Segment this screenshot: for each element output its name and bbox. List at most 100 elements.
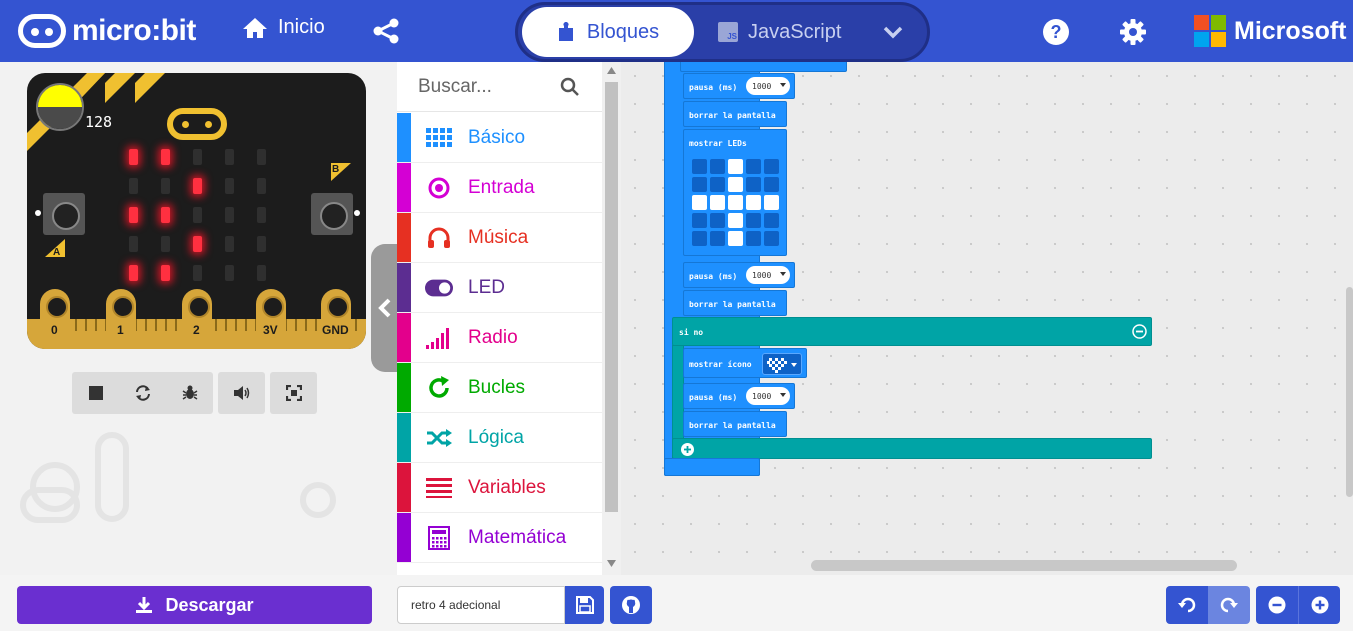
pause-block[interactable]: pausa (ms) 1000 — [683, 262, 795, 288]
clear-screen-block[interactable]: borrar la pantalla — [683, 411, 787, 437]
project-name-input[interactable]: retro 4 adecional — [397, 586, 565, 624]
add-else-icon[interactable] — [680, 442, 695, 457]
blocks-workspace[interactable]: pausa (ms) 1000 borrar la pantalla mostr… — [621, 62, 1353, 575]
button-a[interactable] — [43, 193, 85, 235]
led-cell-off[interactable] — [746, 159, 761, 174]
button-b-label: B — [332, 164, 340, 175]
led-cell-on[interactable] — [728, 213, 743, 228]
led-cell-on[interactable] — [728, 159, 743, 174]
led-cell-on[interactable] — [746, 195, 761, 210]
category-radio[interactable]: Radio — [397, 313, 602, 363]
redo-button[interactable] — [1208, 586, 1250, 624]
pin-gnd[interactable] — [321, 289, 351, 349]
led-cell-on[interactable] — [710, 195, 725, 210]
zoom-out-button[interactable] — [1256, 586, 1298, 624]
block-fragment[interactable] — [680, 62, 847, 72]
toolbox-scrollbar[interactable] — [602, 62, 621, 575]
category-basic[interactable]: Básico — [397, 113, 602, 163]
category-loops[interactable]: Bucles — [397, 363, 602, 413]
pin-1[interactable] — [106, 289, 136, 349]
led-on — [129, 207, 138, 223]
led-cell-off[interactable] — [710, 177, 725, 192]
led-cell-on[interactable] — [728, 195, 743, 210]
pin-3v[interactable] — [256, 289, 286, 349]
save-button[interactable] — [565, 586, 604, 624]
pin-0[interactable] — [40, 289, 70, 349]
debug-button[interactable] — [166, 372, 213, 414]
show-leds-block[interactable]: mostrar LEDs — [683, 129, 787, 256]
led-cell-off[interactable] — [692, 231, 707, 246]
led-cell-off[interactable] — [692, 177, 707, 192]
led-cell-off[interactable] — [710, 213, 725, 228]
touch-logo[interactable] — [167, 108, 227, 140]
category-led[interactable]: LED — [397, 263, 602, 313]
led-cell-off[interactable] — [746, 177, 761, 192]
container-block-footer[interactable] — [664, 458, 760, 476]
light-level-slider[interactable] — [36, 83, 84, 131]
category-label: Entrada — [468, 176, 535, 198]
pin-2[interactable] — [182, 289, 212, 349]
stop-button[interactable] — [72, 372, 119, 414]
remove-else-icon[interactable] — [1132, 324, 1147, 339]
pause-block[interactable]: pausa (ms) 1000 — [683, 73, 795, 99]
workspace-horizontal-scrollbar[interactable] — [811, 560, 1237, 571]
pause-block[interactable]: pausa (ms) 1000 — [683, 383, 795, 409]
led-cell-off[interactable] — [746, 213, 761, 228]
restart-button[interactable] — [119, 372, 166, 414]
scroll-down-icon[interactable] — [607, 560, 616, 567]
sound-button[interactable] — [218, 372, 265, 414]
toolbox-search[interactable]: Buscar... — [397, 62, 602, 112]
help-button[interactable]: ? — [1042, 18, 1070, 51]
icon-picker-dropdown[interactable] — [762, 353, 802, 375]
show-icon-block[interactable]: mostrar ícono — [683, 348, 807, 378]
led-cell-off[interactable] — [710, 231, 725, 246]
settings-button[interactable] — [1119, 18, 1147, 51]
led-cell-off[interactable] — [764, 177, 779, 192]
led-cell-off[interactable] — [692, 213, 707, 228]
collapse-simulator-button[interactable] — [371, 244, 399, 372]
search-icon[interactable] — [560, 77, 580, 97]
zoom-in-button[interactable] — [1298, 586, 1340, 624]
clear-screen-block[interactable]: borrar la pantalla — [683, 101, 787, 127]
else-block[interactable]: si no — [672, 317, 1152, 346]
blocks-mode-button[interactable]: Bloques — [522, 7, 694, 57]
category-color-bar — [397, 113, 411, 162]
led-cell-on[interactable] — [728, 177, 743, 192]
category-math[interactable]: Matemática — [397, 513, 602, 563]
pause-value-dropdown[interactable]: 1000 — [746, 77, 790, 95]
scroll-up-icon[interactable] — [607, 67, 616, 74]
led-cell-off[interactable] — [746, 231, 761, 246]
category-music[interactable]: Música — [397, 213, 602, 263]
led-cell-off[interactable] — [764, 213, 779, 228]
button-b[interactable] — [311, 193, 353, 235]
fullscreen-button[interactable] — [270, 372, 317, 414]
led-cell-off[interactable] — [692, 159, 707, 174]
microbit-logo[interactable]: micro:bit — [18, 14, 196, 48]
led-cell-off[interactable] — [710, 159, 725, 174]
undo-button[interactable] — [1166, 586, 1208, 624]
toolbox-scroll-thumb[interactable] — [605, 82, 618, 512]
category-logic[interactable]: Lógica — [397, 413, 602, 463]
javascript-mode-button[interactable]: JS JavaScript — [718, 7, 841, 57]
category-color-bar — [397, 213, 411, 262]
pause-value-dropdown[interactable]: 1000 — [746, 266, 790, 284]
category-variables[interactable]: Variables — [397, 463, 602, 513]
language-dropdown-button[interactable] — [882, 21, 904, 48]
led-cell-on[interactable] — [692, 195, 707, 210]
category-input[interactable]: Entrada — [397, 163, 602, 213]
if-block-footer[interactable] — [672, 438, 1152, 459]
share-button[interactable] — [372, 18, 400, 49]
workspace-vertical-scrollbar[interactable] — [1346, 287, 1353, 497]
microsoft-logo[interactable]: Microsoft — [1194, 15, 1347, 47]
clear-screen-block[interactable]: borrar la pantalla — [683, 290, 787, 316]
led-cell-off[interactable] — [764, 231, 779, 246]
search-input[interactable]: Buscar... — [418, 76, 492, 98]
led-cell-on[interactable] — [728, 231, 743, 246]
home-button[interactable]: Inicio — [242, 16, 325, 39]
led-cell-on[interactable] — [764, 195, 779, 210]
pause-value-dropdown[interactable]: 1000 — [746, 387, 790, 405]
led-editor-grid[interactable] — [692, 159, 779, 246]
github-button[interactable] — [610, 586, 652, 624]
download-button[interactable]: Descargar — [17, 586, 372, 624]
led-cell-off[interactable] — [764, 159, 779, 174]
